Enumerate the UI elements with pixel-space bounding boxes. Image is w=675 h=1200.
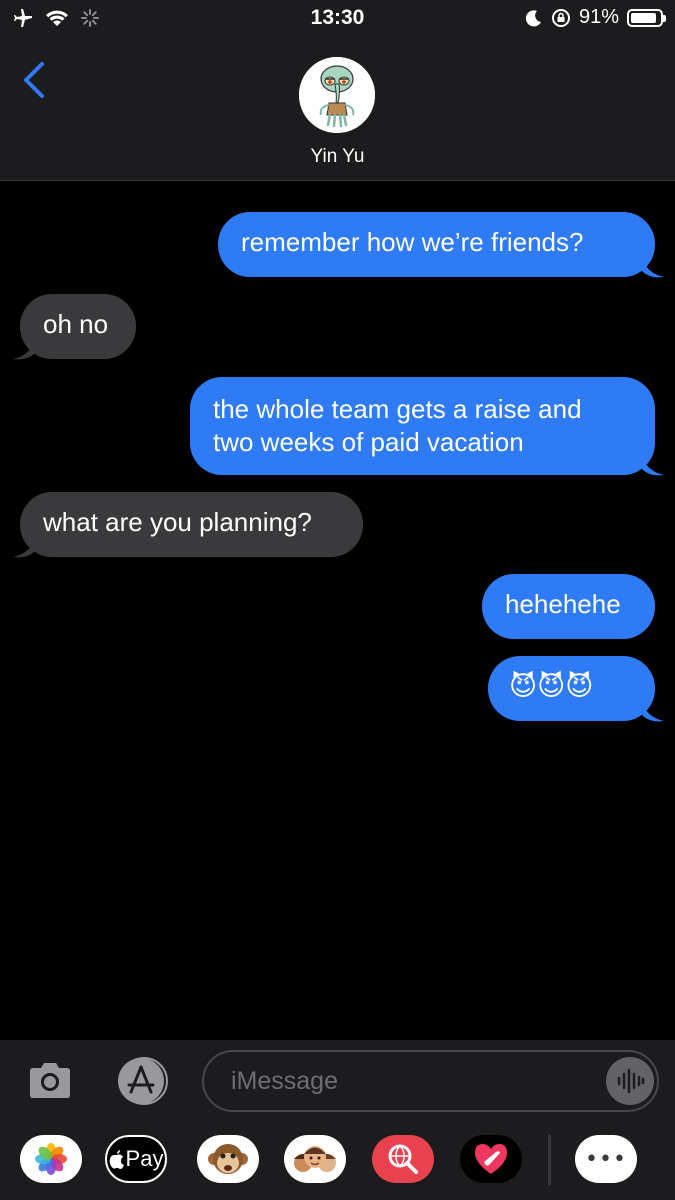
animoji-button[interactable] [197,1135,259,1183]
bubble-tail-sent [642,455,664,476]
memoji-stickers-icon [294,1146,336,1172]
message-bubble-sent[interactable]: remember how we’re friends? [218,212,655,277]
audio-message-button[interactable] [606,1057,654,1105]
message-text: oh no [43,309,109,339]
message-emoji: 😈😈😈 [509,671,594,701]
status-right: 91% [525,6,666,29]
app-drawer: Pay ••• [0,1135,675,1187]
monkey-animoji-icon [208,1144,248,1174]
contact-avatar[interactable] [299,57,375,133]
message-text: remember how we’re friends? [241,227,584,257]
apple-logo-icon [109,1149,124,1169]
bubble-tail-received [13,537,35,558]
app-store-icon [118,1057,168,1105]
orientation-lock-icon [551,8,570,27]
message-text: what are you planning? [43,507,312,537]
back-button[interactable] [20,58,60,102]
digital-touch-heart-icon [475,1144,507,1174]
image-search-button[interactable] [372,1135,434,1183]
status-bar: 13:30 91% [0,0,675,38]
composer-bar: Pay [0,1040,675,1200]
camera-icon [30,1063,70,1098]
message-text-line: the whole team gets a raise and [213,394,582,424]
message-text: hehehehe [505,589,621,619]
photos-app-button[interactable] [20,1135,82,1183]
memoji-button[interactable] [284,1135,346,1183]
apple-pay-icon: Pay [109,1146,164,1172]
contact-name[interactable]: Yin Yu [0,146,675,168]
conversation-header: Yin Yu [0,38,675,181]
photos-icon [35,1143,67,1175]
app-store-button[interactable] [112,1056,174,1106]
moon-icon [525,9,541,26]
camera-button[interactable] [26,1061,74,1101]
bubble-tail-sent [642,257,664,278]
globe-search-icon [388,1144,418,1174]
app-drawer-divider [548,1135,551,1185]
battery-percent: 91% [578,6,619,28]
chevron-left-icon [24,62,44,98]
squidward-avatar-icon [299,57,375,133]
bubble-tail-sent [642,701,664,722]
more-apps-button[interactable]: ••• [575,1135,637,1183]
imessage-input[interactable] [202,1050,659,1112]
message-bubble-sent[interactable]: 😈😈😈 [488,656,655,721]
battery-icon [627,8,666,27]
message-bubble-received[interactable]: oh no [20,294,136,359]
waveform-icon [617,1068,645,1094]
message-text-line: two weeks of paid vacation [213,427,524,457]
message-bubble-sent[interactable]: the whole team gets a raise and two week… [190,377,655,475]
apple-pay-button[interactable]: Pay [105,1135,167,1183]
bubble-tail-received [13,339,35,360]
battery-fill [631,12,656,23]
digital-touch-button[interactable] [460,1135,522,1183]
apple-pay-label: Pay [125,1146,164,1171]
message-bubble-sent[interactable]: hehehehe [482,574,655,639]
more-apps-icon: ••• [585,1146,627,1172]
message-bubble-received[interactable]: what are you planning? [20,492,363,557]
